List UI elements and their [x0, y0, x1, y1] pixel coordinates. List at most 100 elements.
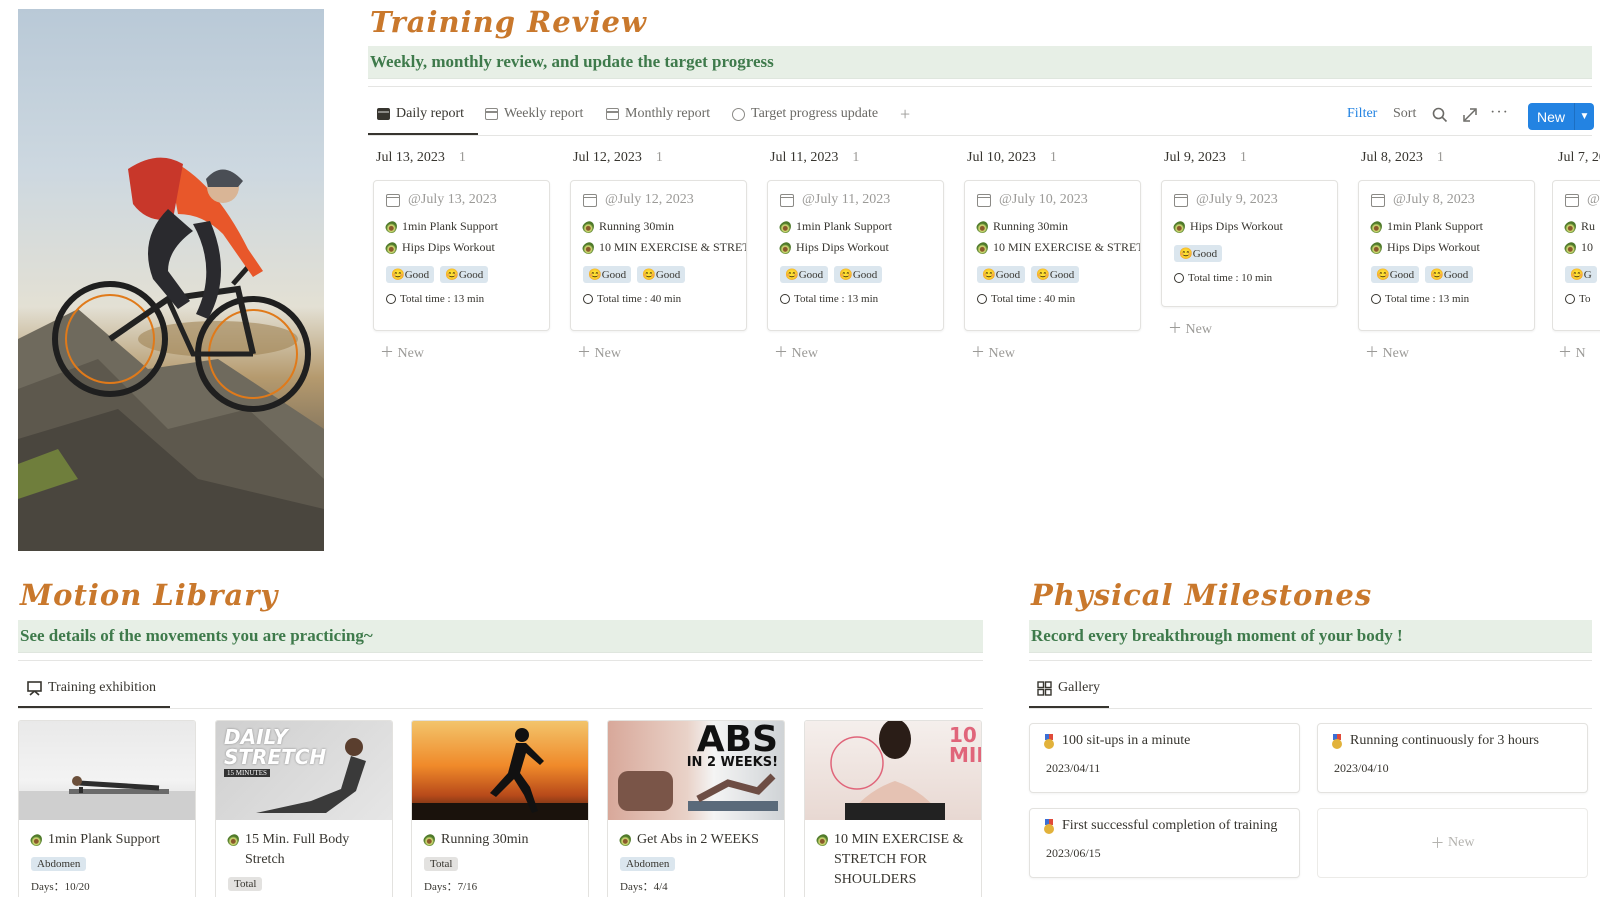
- avocado-icon: [383, 218, 400, 235]
- motion-card[interactable]: Running 30min Total Days：7/16: [411, 720, 589, 897]
- motion-card[interactable]: 1min Plank Support Abdomen Days：10/20: [18, 720, 196, 897]
- motion-card[interactable]: ABS IN 2 WEEKS! Get Abs in 2 WEEKS Abdom…: [607, 720, 785, 897]
- add-new-label: New: [988, 346, 1015, 361]
- card-item: Running 30min: [993, 219, 1069, 233]
- total-time: To: [1579, 293, 1591, 305]
- tab-label: Training exhibition: [48, 680, 156, 695]
- milestone-card[interactable]: First successful completion of training …: [1029, 808, 1300, 878]
- column-header: Jul 10, 2023 1: [967, 150, 1057, 166]
- add-milestone-button[interactable]: ＋ New: [1317, 808, 1588, 878]
- divider: [18, 708, 983, 709]
- days-progress: Days：10/20: [31, 881, 90, 893]
- avocado-icon: [28, 831, 45, 849]
- divider: [368, 135, 1592, 136]
- card-date: @July 9, 2023: [1196, 192, 1278, 207]
- avocado-icon: [777, 239, 794, 256]
- clock-icon: [1174, 273, 1184, 283]
- card-item: Hips Dips Workout: [402, 240, 495, 254]
- add-new-label: New: [397, 346, 424, 361]
- column-date: Jul 11, 2023: [770, 150, 839, 165]
- add-new-button[interactable]: ＋ New: [577, 342, 621, 362]
- milestone-card[interactable]: Running continuously for 3 hours 2023/04…: [1317, 723, 1588, 793]
- avocado-icon: [1171, 218, 1188, 235]
- calendar-icon: [780, 193, 794, 207]
- milestone-date: 2023/04/11: [1046, 761, 1101, 775]
- tab-weekly-report[interactable]: Weekly report: [485, 106, 583, 122]
- column-date: Jul 9, 2023: [1164, 150, 1226, 165]
- report-card[interactable]: @ Ru 10 😊G To: [1552, 180, 1600, 331]
- milestone-date: 2023/06/15: [1046, 846, 1101, 860]
- physical-milestones-title: Physical Milestones: [1031, 578, 1373, 612]
- add-new-label: New: [1382, 346, 1409, 361]
- tab-target-progress-update[interactable]: Target progress update: [732, 106, 878, 122]
- report-card[interactable]: @July 13, 2023 1min Plank Support Hips D…: [373, 180, 550, 331]
- tab-gallery[interactable]: Gallery: [1037, 680, 1100, 696]
- mood-tag: 😊Good: [977, 266, 1026, 283]
- motion-card-title: 1min Plank Support: [48, 832, 161, 847]
- table-icon: [606, 108, 619, 120]
- milestone-title: Running continuously for 3 hours: [1350, 733, 1539, 748]
- divider: [1029, 708, 1592, 709]
- report-card[interactable]: @July 9, 2023 Hips Dips Workout 😊Good To…: [1161, 180, 1338, 307]
- column-date: Jul 13, 2023: [376, 150, 445, 165]
- column-header: Jul 11, 2023 1: [770, 150, 859, 166]
- total-time: Total time : 13 min: [400, 293, 485, 305]
- body-part-tag: Total: [424, 857, 459, 871]
- card-date: @July 8, 2023: [1393, 192, 1475, 207]
- add-new-button[interactable]: ＋ New: [1365, 342, 1409, 362]
- avocado-icon: [777, 218, 794, 235]
- report-card[interactable]: @July 11, 2023 1min Plank Support Hips D…: [767, 180, 944, 331]
- medal-icon: [1044, 818, 1054, 834]
- add-new-button[interactable]: ＋ New: [1168, 318, 1212, 338]
- divider: [1029, 660, 1592, 661]
- clock-icon: [977, 294, 987, 304]
- milestone-title: First successful completion of training: [1062, 818, 1278, 833]
- tab-monthly-report[interactable]: Monthly report: [606, 106, 710, 122]
- tab-label: Monthly report: [625, 106, 711, 121]
- calendar-icon: [1371, 193, 1385, 207]
- avocado-icon: [580, 239, 597, 256]
- more-options-icon[interactable]: ···: [1490, 104, 1509, 122]
- milestone-card[interactable]: 100 sit-ups in a minute 2023/04/11: [1029, 723, 1300, 793]
- report-card[interactable]: @July 10, 2023 Running 30min 10 MIN EXER…: [964, 180, 1141, 331]
- add-view-button[interactable]: +: [900, 104, 910, 125]
- divider: [18, 660, 983, 661]
- new-button[interactable]: New ▼: [1528, 103, 1594, 130]
- calendar-icon: [1565, 193, 1579, 207]
- stretch-image: DAILY STRETCH 15 MINUTES: [216, 721, 392, 820]
- report-card[interactable]: @July 12, 2023 Running 30min 10 MIN EXER…: [570, 180, 747, 331]
- mountain-biker-illustration: [18, 157, 324, 551]
- mood-tag: 😊Good: [1425, 266, 1474, 283]
- total-time: Total time : 13 min: [1385, 293, 1470, 305]
- total-time: Total time : 10 min: [1188, 272, 1273, 284]
- column-date: Jul 8, 2023: [1361, 150, 1423, 165]
- report-card[interactable]: @July 8, 2023 1min Plank Support Hips Di…: [1358, 180, 1535, 331]
- motion-card[interactable]: 10 MIN 10 MIN EXERCISE & STRETCH FOR SHO…: [804, 720, 982, 897]
- motion-card-title: 15 Min. Full Body Stretch: [245, 832, 350, 867]
- motion-card[interactable]: DAILY STRETCH 15 MINUTES 15 Min. Full Bo…: [215, 720, 393, 897]
- search-icon[interactable]: [1432, 107, 1448, 128]
- tab-daily-report[interactable]: Daily report: [377, 106, 464, 122]
- add-new-button[interactable]: ＋ N: [1558, 342, 1586, 362]
- filter-button[interactable]: Filter: [1347, 106, 1377, 122]
- add-new-button[interactable]: ＋ New: [774, 342, 818, 362]
- tab-training-exhibition[interactable]: Training exhibition: [27, 680, 156, 696]
- add-new-button[interactable]: ＋ New: [971, 342, 1015, 362]
- mood-tag: 😊Good: [440, 266, 489, 283]
- add-new-button[interactable]: ＋ New: [380, 342, 424, 362]
- column-header: Jul 13, 2023 1: [376, 150, 466, 166]
- mood-tag: 😊Good: [834, 266, 883, 283]
- column-date: Jul 10, 2023: [967, 150, 1036, 165]
- expand-icon[interactable]: [1462, 107, 1478, 128]
- column-header: Jul 8, 2023 1: [1361, 150, 1444, 166]
- mood-tag: 😊Good: [1031, 266, 1080, 283]
- calendar-icon: [386, 193, 400, 207]
- card-item: 10: [1581, 240, 1593, 254]
- motion-library-title: Motion Library: [20, 578, 279, 612]
- calendar-icon: [977, 193, 991, 207]
- sort-button[interactable]: Sort: [1393, 106, 1416, 122]
- avocado-icon: [383, 239, 400, 256]
- chevron-down-icon[interactable]: ▼: [1575, 111, 1594, 122]
- card-date: @July 10, 2023: [999, 192, 1088, 207]
- card-item: Hips Dips Workout: [796, 240, 889, 254]
